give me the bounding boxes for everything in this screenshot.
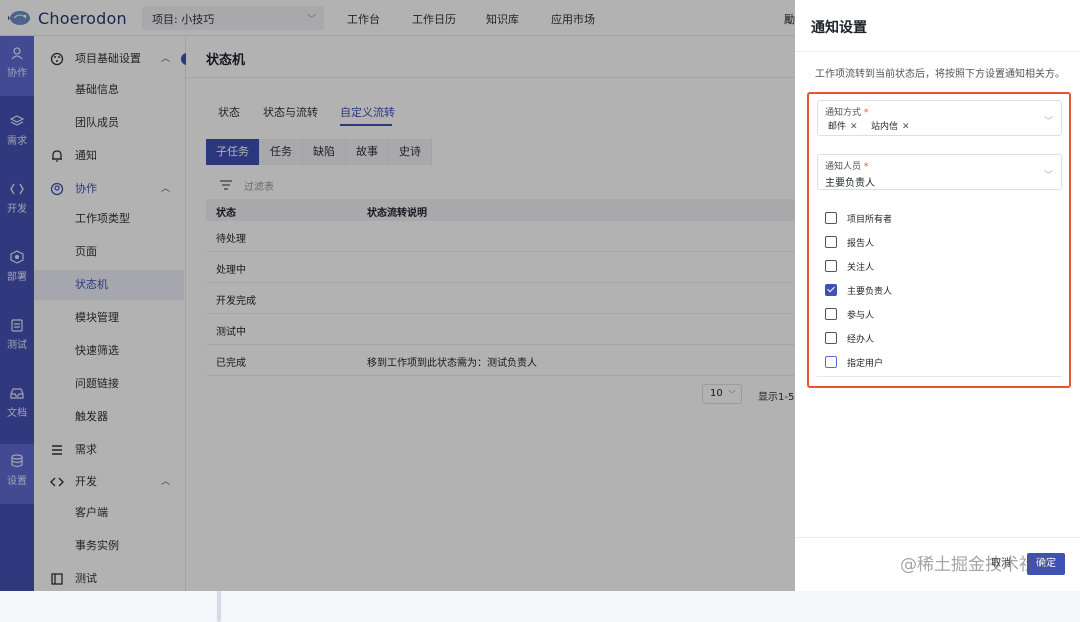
option-label: 主要负责人 <box>847 286 893 297</box>
option-label: 报告人 <box>847 238 875 249</box>
option-watcher[interactable]: 关注人 <box>825 258 874 274</box>
checkbox[interactable] <box>825 260 837 272</box>
drawer-description: 工作项流转到当前状态后，将按照下方设置通知相关方。 <box>815 69 1065 80</box>
drawer-title: 通知设置 <box>811 20 867 36</box>
checkbox[interactable] <box>825 332 837 344</box>
chevron-down-icon: ﹀ <box>1043 171 1053 181</box>
notify-method-select[interactable]: 通知方式 * 邮件 ✕ 站内信 ✕ ﹀ <box>817 100 1062 136</box>
option-participant[interactable]: 参与人 <box>825 306 874 322</box>
chip-label: 站内信 <box>871 122 899 132</box>
option-main-owner[interactable]: 主要负责人 <box>825 282 892 298</box>
option-label: 项目所有者 <box>847 214 893 225</box>
option-handler[interactable]: 经办人 <box>825 330 874 346</box>
chip-inbox: 站内信 ✕ <box>868 120 913 134</box>
close-icon[interactable]: ✕ <box>902 122 910 132</box>
chip-label: 邮件 <box>828 122 847 132</box>
checkbox[interactable] <box>825 356 837 368</box>
checkbox[interactable] <box>825 236 837 248</box>
divider <box>795 537 1080 538</box>
option-project-owner[interactable]: 项目所有者 <box>825 210 892 226</box>
field-label: 通知人员 * <box>825 162 869 172</box>
notify-people-select[interactable]: 通知人员 * 主要负责人 ﹀ <box>817 154 1062 190</box>
close-icon[interactable]: ✕ <box>850 122 858 132</box>
option-reporter[interactable]: 报告人 <box>825 234 874 250</box>
option-label: 参与人 <box>847 310 875 321</box>
divider <box>795 51 1080 52</box>
checkbox[interactable] <box>825 212 837 224</box>
chevron-down-icon: ﹀ <box>1043 117 1053 127</box>
option-label: 经办人 <box>847 334 875 345</box>
field-value: 主要负责人 <box>825 178 875 189</box>
checkbox-checked[interactable] <box>825 284 837 296</box>
highlight-box: 通知方式 * 邮件 ✕ 站内信 ✕ ﹀ 通知人员 * 主要负责人 ﹀ 项目所有者 报… <box>807 92 1071 388</box>
watermark: @稀土掘金技术社区 <box>900 555 1053 575</box>
option-label: 指定用户 <box>847 358 884 369</box>
notify-settings-drawer: 通知设置 工作项流转到当前状态后，将按照下方设置通知相关方。 通知方式 * 邮件… <box>795 0 1080 591</box>
option-label: 关注人 <box>847 262 875 273</box>
people-options-dropdown: 项目所有者 报告人 关注人 主要负责人 参与人 经办人 指定用户 <box>817 197 1062 377</box>
field-label: 通知方式 * <box>825 108 869 118</box>
checkbox[interactable] <box>825 308 837 320</box>
chip-email: 邮件 ✕ <box>825 120 861 134</box>
option-specified-user[interactable]: 指定用户 <box>825 354 883 370</box>
